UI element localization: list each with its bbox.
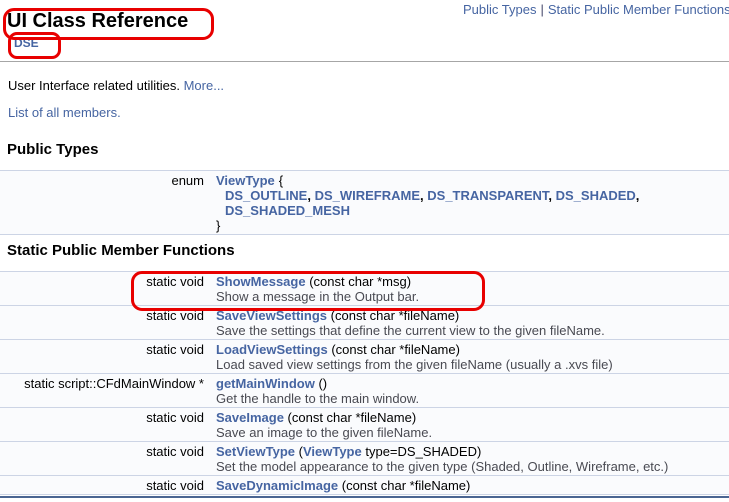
member-row: static void ShowMessage (const char *msg… [0,272,729,306]
member-signature: LoadViewSettings (const char *fileName) [216,342,725,357]
header-link-static-public-member-functions[interactable]: Static Public Member Functions [548,2,729,17]
member-name-link[interactable]: ShowMessage [216,274,306,289]
header-links-separator: | [540,2,544,17]
member-name-link[interactable]: LoadViewSettings [216,342,328,357]
enum-value-link[interactable]: DS_WIREFRAME [315,188,420,203]
public-types-table: enum ViewType{ DS_OUTLINE, DS_WIREFRAME,… [0,170,729,235]
page-bottom-border [0,496,729,498]
member-description: Show a message in the Output bar. [216,289,420,304]
enum-row: enum ViewType{ DS_OUTLINE, DS_WIREFRAME,… [0,171,729,235]
enum-value-link[interactable]: DS_SHADED [556,188,636,203]
intro-text-label: User Interface related utilities. [8,78,180,93]
class-name-link[interactable]: DSE [14,36,39,50]
member-description: Save an image to the given fileName. [216,425,433,440]
list-of-all-members-link[interactable]: List of all members. [8,105,121,120]
member-signature: getMainWindow () [216,376,725,391]
intro-text: User Interface related utilities. More..… [8,78,224,93]
enum-open-brace: { [278,173,284,188]
member-signature: ShowMessage (const char *msg) [216,274,725,289]
member-params: (const char *fileName) [327,308,460,323]
member-params-type-link[interactable]: ViewType [303,444,362,459]
member-functions-table: static void ShowMessage (const char *msg… [0,271,729,495]
enum-keyword: enum [171,173,204,188]
member-return-type: static void [146,410,204,425]
member-name-link[interactable]: SetViewType [216,444,295,459]
member-signature: SaveImage (const char *fileName) [216,410,725,425]
member-name-link[interactable]: SaveViewSettings [216,308,327,323]
member-row: static script::CFdMainWindow * getMainWi… [0,374,729,408]
member-return-type: static void [146,308,204,323]
member-row: static void SaveViewSettings (const char… [0,306,729,340]
section-heading-static-public-member-functions: Static Public Member Functions [7,242,235,259]
more-link[interactable]: More... [184,78,224,93]
member-return-type: static void [146,478,204,493]
member-params: (const char *fileName) [327,342,460,357]
enum-value-link[interactable]: DS_OUTLINE [225,188,307,203]
enum-value-link[interactable]: DS_TRANSPARENT [427,188,548,203]
member-return-type: static void [146,342,204,357]
member-params: () [314,376,328,391]
enum-value-link[interactable]: DS_SHADED_MESH [225,203,350,218]
member-row: static void SaveDynamicImage (const char… [0,476,729,495]
member-description: Save the settings that define the curren… [216,323,605,338]
header-quick-links: Public Types | Static Public Member Functi… [463,2,729,17]
page-title: UI Class Reference [7,10,189,32]
member-params-suffix: type=DS_SHADED) [361,444,482,459]
enum-close-brace: } [216,218,221,233]
member-return-type: static void [146,274,204,289]
member-description: Set the model appearance to the given ty… [216,459,669,474]
member-row: static void SaveImage (const char *fileN… [0,408,729,442]
member-signature: SetViewType (ViewType type=DS_SHADED) [216,444,725,459]
member-description: Load saved view settings from the given … [216,357,613,372]
member-name-link[interactable]: getMainWindow [216,376,315,391]
enum-values-line1: DS_OUTLINE, DS_WIREFRAME, DS_TRANSPARENT… [225,188,640,203]
member-params: (const char *fileName) [338,478,471,493]
member-return-type: static script::CFdMainWindow * [24,376,204,391]
title-divider-rule [0,61,729,62]
member-description: Get the handle to the main window. [216,391,420,406]
member-params: (const char *msg) [305,274,412,289]
member-signature: SaveViewSettings (const char *fileName) [216,308,725,323]
section-heading-public-types: Public Types [7,141,99,158]
member-signature: SaveDynamicImage (const char *fileName) [216,478,725,493]
enum-values-line2: DS_SHADED_MESH [216,203,725,218]
header-link-public-types[interactable]: Public Types [463,2,536,17]
member-params-prefix: ( [295,444,303,459]
member-return-type: static void [146,444,204,459]
member-name-link[interactable]: SaveDynamicImage [216,478,338,493]
enum-declaration-line: ViewType{ [216,173,725,188]
member-row: static void SetViewType (ViewType type=D… [0,442,729,476]
member-row: static void LoadViewSettings (const char… [0,340,729,374]
member-params: (ViewType type=DS_SHADED) [295,444,482,459]
member-name-link[interactable]: SaveImage [216,410,284,425]
member-params: (const char *fileName) [283,410,417,425]
enum-name-link[interactable]: ViewType [216,173,275,188]
